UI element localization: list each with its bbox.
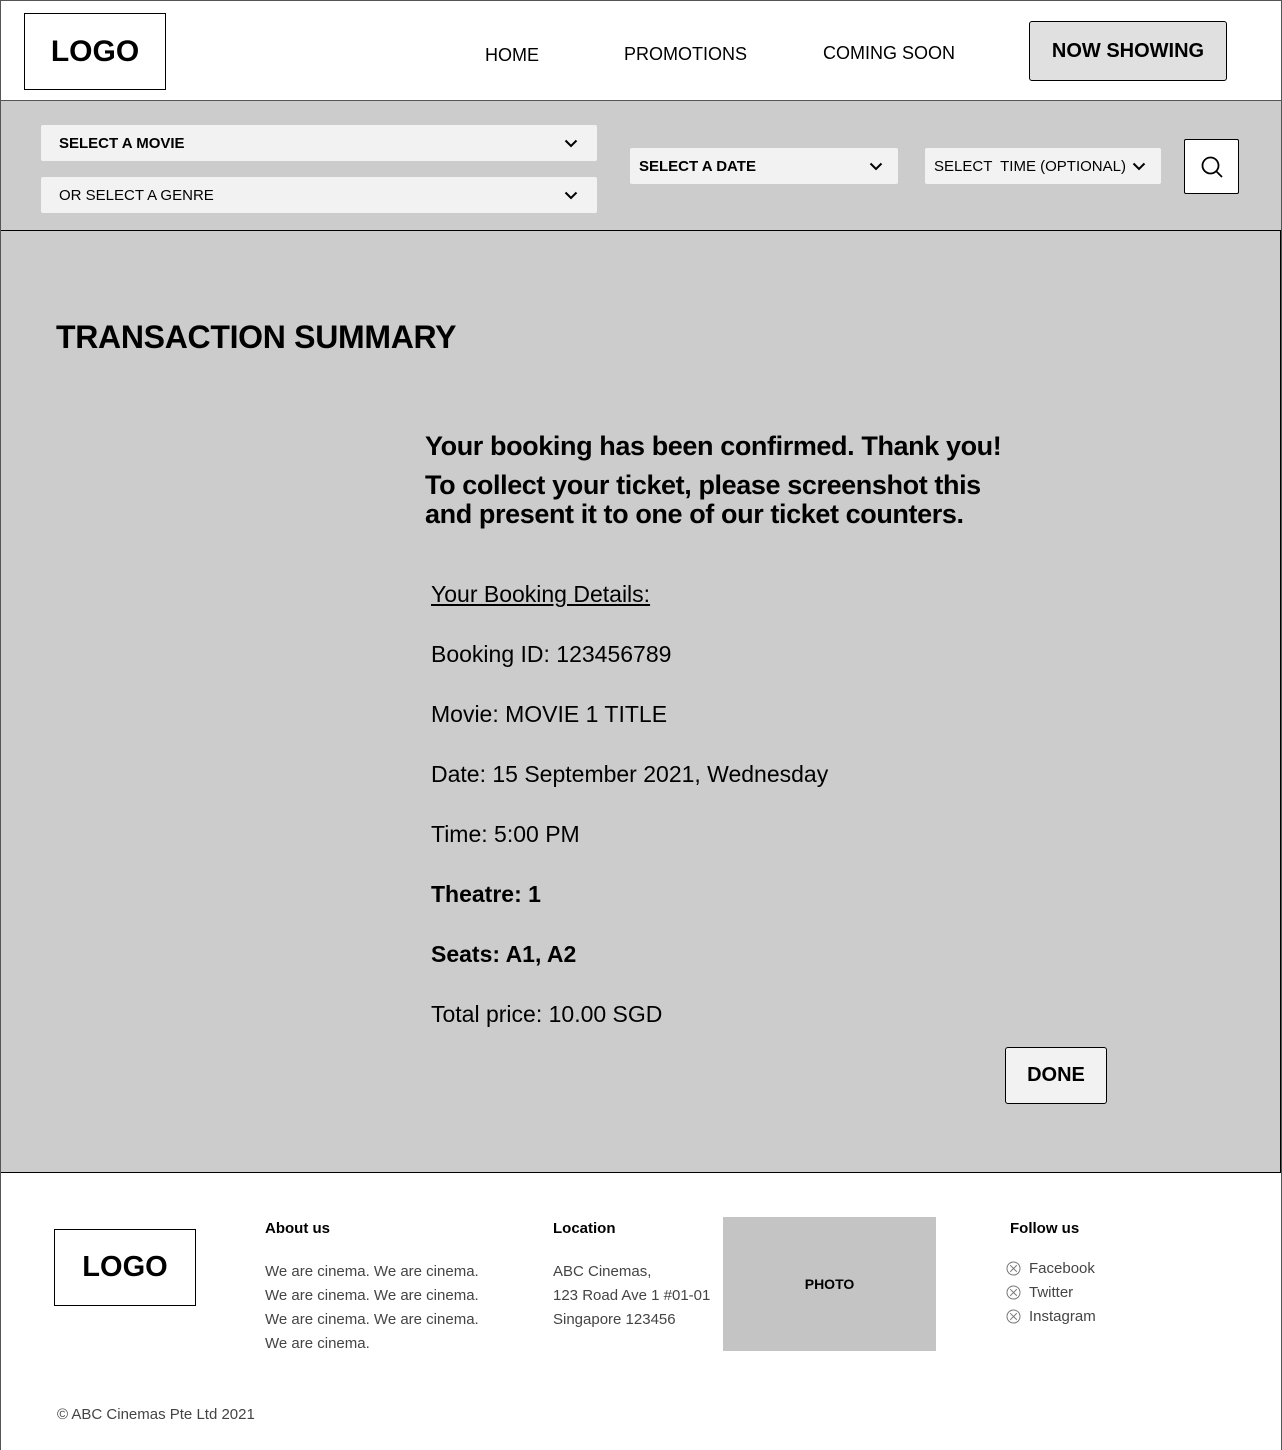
- booking-time: Time: 5:00 PM: [431, 821, 580, 847]
- address-line: 123 Road Ave 1 #01-01: [553, 1287, 711, 1304]
- social-label: Facebook: [1029, 1260, 1095, 1277]
- select-date-label: SELECT A DATE: [639, 157, 756, 175]
- search-button[interactable]: [1184, 139, 1239, 194]
- page-title: TRANSACTION SUMMARY: [56, 319, 457, 355]
- nav-promotions-link[interactable]: PROMOTIONS: [624, 44, 747, 65]
- confirmation-message: Your booking has been confirmed. Thank y…: [425, 431, 1002, 461]
- address-line: ABC Cinemas,: [553, 1263, 652, 1280]
- chevron-down-icon: [563, 187, 579, 203]
- page: LOGO HOME PROMOTIONS COMING SOON NOW SHO…: [0, 0, 1282, 1450]
- select-movie-dropdown[interactable]: SELECT A MOVIE: [41, 125, 597, 161]
- placeholder-icon: [1005, 1285, 1021, 1301]
- header-logo[interactable]: LOGO: [24, 13, 166, 90]
- location-heading: Location: [553, 1220, 616, 1237]
- site-header: LOGO HOME PROMOTIONS COMING SOON NOW SHO…: [1, 1, 1281, 101]
- now-showing-button[interactable]: NOW SHOWING: [1029, 21, 1227, 81]
- footer-logo[interactable]: LOGO: [54, 1229, 196, 1306]
- booking-total-price: Total price: 10.00 SGD: [431, 1001, 663, 1027]
- social-label: Twitter: [1029, 1284, 1074, 1301]
- select-genre-label: OR SELECT A GENRE: [59, 186, 214, 204]
- search-icon: [1201, 156, 1223, 178]
- booking-seats: Seats: A1, A2: [431, 941, 577, 967]
- select-time-label: SELECT TIME (OPTIONAL): [934, 157, 1126, 175]
- chevron-down-icon: [563, 135, 579, 151]
- chevron-down-icon: [1131, 158, 1147, 174]
- collection-instructions: To collect your ticket, please screensho…: [425, 470, 981, 529]
- social-label: Instagram: [1029, 1308, 1096, 1325]
- nav-home-link[interactable]: HOME: [485, 45, 539, 66]
- address-line: Singapore 123456: [553, 1311, 676, 1328]
- select-movie-label: SELECT A MOVIE: [59, 134, 185, 152]
- follow-heading: Follow us: [1010, 1220, 1080, 1237]
- about-heading: About us: [265, 1220, 330, 1237]
- select-time-dropdown[interactable]: SELECT TIME (OPTIONAL): [925, 148, 1161, 184]
- about-text: We are cinema. We are cinema. We are cin…: [265, 1263, 479, 1352]
- booking-theatre: Theatre: 1: [431, 881, 541, 907]
- done-button[interactable]: DONE: [1005, 1047, 1107, 1104]
- filter-bar: SELECT A MOVIE OR SELECT A GENRE SELECT …: [1, 101, 1281, 231]
- select-genre-dropdown[interactable]: OR SELECT A GENRE: [41, 177, 597, 213]
- placeholder-icon: [1005, 1261, 1021, 1277]
- booking-date: Date: 15 September 2021, Wednesday: [431, 761, 829, 787]
- transaction-summary-section: TRANSACTION SUMMARY Your booking has bee…: [1, 231, 1281, 1173]
- select-date-dropdown[interactable]: SELECT A DATE: [630, 148, 898, 184]
- location-address: ABC Cinemas, 123 Road Ave 1 #01-01 Singa…: [553, 1260, 723, 1332]
- placeholder-icon: [1005, 1309, 1021, 1325]
- copyright-text: © ABC Cinemas Pte Ltd 2021: [57, 1406, 255, 1423]
- social-link-instagram[interactable]: Instagram: [1005, 1308, 1096, 1325]
- location-photo: PHOTO: [723, 1217, 936, 1351]
- booking-movie: Movie: MOVIE 1 TITLE: [431, 701, 668, 727]
- nav-coming-soon-link[interactable]: COMING SOON: [823, 43, 955, 64]
- social-link-facebook[interactable]: Facebook: [1005, 1260, 1095, 1277]
- chevron-down-icon: [868, 158, 884, 174]
- booking-id: Booking ID: 123456789: [431, 641, 672, 667]
- site-footer: LOGO About us We are cinema. We are cine…: [1, 1174, 1281, 1450]
- booking-details-heading: Your Booking Details:: [431, 581, 651, 607]
- social-link-twitter[interactable]: Twitter: [1005, 1284, 1073, 1301]
